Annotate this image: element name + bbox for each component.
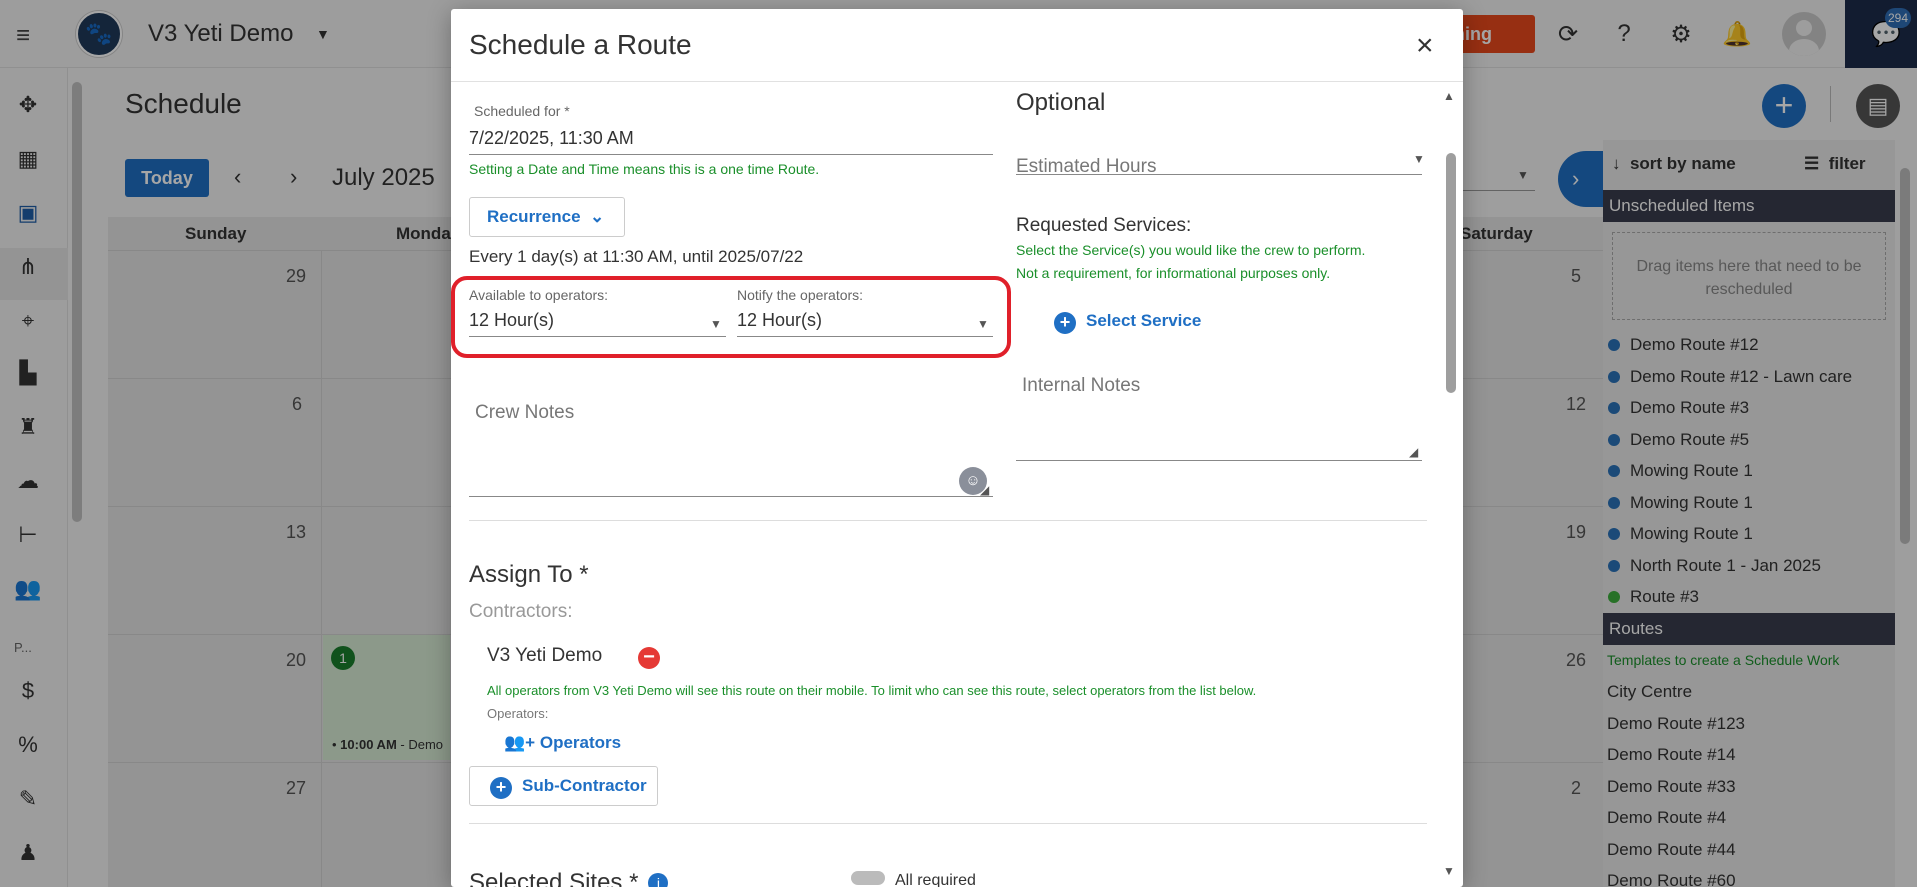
select-service-button[interactable]: + Select Service <box>1054 311 1201 334</box>
scheduled-for-underline <box>469 154 993 155</box>
toggle-switch[interactable] <box>851 871 885 885</box>
selected-sites-label: Selected Sites * <box>469 869 639 887</box>
modal-header-divider <box>451 81 1463 82</box>
crew-notes-textarea[interactable] <box>469 496 993 497</box>
modal-title: Schedule a Route <box>469 29 692 60</box>
all-required-toggle[interactable]: All required <box>851 871 976 887</box>
recurrence-summary: Every 1 day(s) at 11:30 AM, until 2025/0… <box>469 247 804 266</box>
internal-notes-textarea[interactable] <box>1016 460 1422 461</box>
close-icon[interactable]: × <box>1416 31 1434 61</box>
highlight-annotation <box>451 276 1011 358</box>
all-required-label: All required <box>895 872 976 887</box>
estimated-hours-chevron-down-icon[interactable]: ▼ <box>1413 152 1425 166</box>
estimated-hours-underline <box>1016 174 1422 175</box>
scheduled-for-note: Setting a Date and Time means this is a … <box>469 161 820 177</box>
requested-services-note: Not a requirement, for informational pur… <box>1016 265 1331 281</box>
scroll-up-icon[interactable]: ▲ <box>1443 89 1455 103</box>
recurrence-label: Recurrence <box>487 207 581 226</box>
recurrence-button[interactable]: Recurrence ⌄ <box>469 197 625 237</box>
crew-notes-label: Crew Notes <box>475 402 575 423</box>
scheduled-for-label: Scheduled for * <box>474 103 570 119</box>
modal-scrollbar[interactable] <box>1446 153 1456 393</box>
section-divider <box>469 520 1427 521</box>
contractor-name: V3 Yeti Demo <box>487 645 603 666</box>
resize-handle-icon[interactable]: ◢ <box>1409 445 1418 459</box>
sub-contractor-label: Sub-Contractor <box>522 776 647 795</box>
sub-contractor-button[interactable]: + Sub-Contractor <box>469 766 658 806</box>
optional-title: Optional <box>1016 89 1106 116</box>
scroll-down-icon[interactable]: ▼ <box>1443 864 1455 878</box>
operators-label: Operators: <box>487 706 549 721</box>
operators-button[interactable]: 👥+ Operators <box>504 733 621 753</box>
contractor-note: All operators from V3 Yeti Demo will see… <box>487 683 1257 698</box>
schedule-route-modal: Schedule a Route × ▲ ▼ Scheduled for * 7… <box>451 9 1463 887</box>
plus-circle-icon: + <box>490 777 512 799</box>
section-divider <box>469 823 1427 824</box>
users-plus-icon: 👥+ <box>504 733 536 752</box>
chevron-down-icon: ⌄ <box>590 207 605 226</box>
requested-services-note: Select the Service(s) you would like the… <box>1016 242 1366 258</box>
remove-contractor-icon[interactable]: − <box>638 647 660 669</box>
assign-to-title: Assign To * <box>469 561 589 588</box>
select-service-label: Select Service <box>1086 311 1202 330</box>
scheduled-for-input[interactable]: 7/22/2025, 11:30 AM <box>469 128 634 149</box>
contractors-label: Contractors: <box>469 601 573 622</box>
operators-button-label: Operators <box>539 733 622 752</box>
selected-sites-title: Selected Sites * i <box>469 869 669 887</box>
plus-circle-icon: + <box>1054 312 1076 334</box>
info-icon[interactable]: i <box>648 873 669 887</box>
requested-services-title: Requested Services: <box>1016 215 1192 236</box>
internal-notes-label: Internal Notes <box>1022 375 1141 396</box>
resize-handle-icon[interactable]: ◢ <box>980 483 989 497</box>
